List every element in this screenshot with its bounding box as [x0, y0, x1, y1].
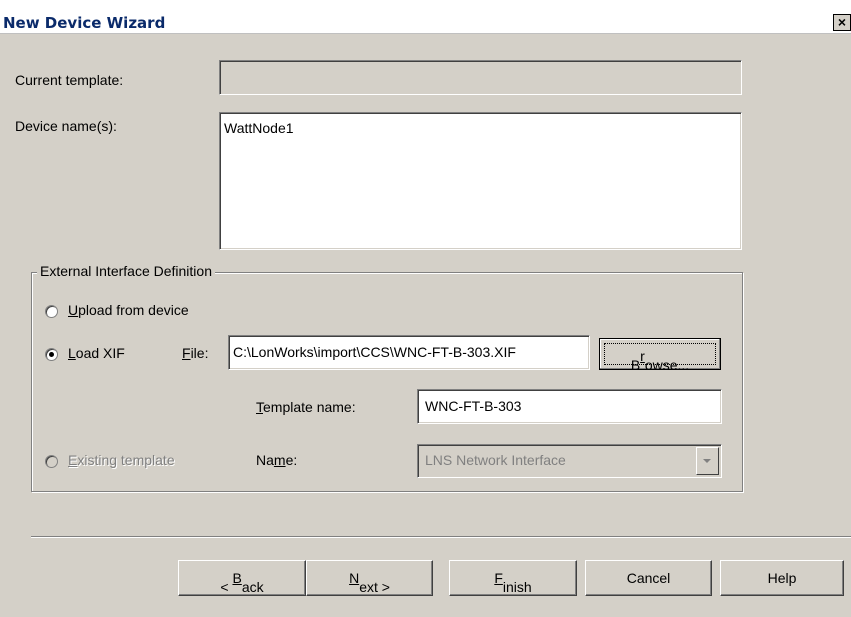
cancel-button[interactable]: Cancel — [585, 560, 712, 596]
group-title: External Interface Definition — [37, 263, 215, 279]
load-xif-radio[interactable] — [45, 348, 58, 361]
current-template-field — [219, 60, 742, 95]
existing-template-radio[interactable] — [45, 455, 58, 468]
template-name-value: WNC-FT-B-303 — [425, 398, 522, 414]
button-separator — [31, 536, 851, 538]
device-names-label: Device name(s): — [15, 118, 117, 134]
current-template-label: Current template: — [15, 72, 124, 88]
close-icon: × — [837, 14, 847, 30]
file-label: File: — [182, 345, 209, 361]
template-name-label: Template name: — [256, 399, 356, 415]
next-button[interactable]: Next > — [306, 560, 433, 596]
file-path-input[interactable]: C:\LonWorks\import\CCS\WNC-FT-B-303.XIF — [228, 335, 590, 370]
help-button[interactable]: Help — [720, 560, 844, 596]
browse-button[interactable]: Browse... — [599, 338, 721, 373]
name-dropdown[interactable]: LNS Network Interface — [417, 444, 722, 478]
device-names-value: WattNode1 — [224, 120, 294, 136]
name-dropdown-value: LNS Network Interface — [425, 452, 566, 468]
new-device-wizard-window: New Device Wizard × Current template: De… — [0, 0, 851, 617]
chevron-down-icon — [703, 459, 711, 463]
name-label: Name: — [256, 452, 298, 468]
device-names-textarea[interactable]: WattNode1 — [219, 112, 742, 250]
upload-from-device-label[interactable]: Upload from device — [68, 302, 189, 318]
back-button[interactable]: < Back — [178, 560, 306, 596]
existing-template-label[interactable]: Existing template — [68, 452, 175, 468]
title-bar: New Device Wizard × — [0, 0, 851, 34]
upload-from-device-radio[interactable] — [45, 305, 58, 318]
template-name-input[interactable]: WNC-FT-B-303 — [417, 389, 722, 424]
dropdown-button[interactable] — [696, 447, 719, 475]
window-title: New Device Wizard — [3, 14, 166, 32]
radio-selected-dot — [49, 352, 54, 357]
load-xif-label[interactable]: Load XIF — [68, 345, 125, 361]
finish-button[interactable]: Finish — [449, 560, 577, 596]
file-path-value: C:\LonWorks\import\CCS\WNC-FT-B-303.XIF — [233, 344, 516, 360]
close-button[interactable]: × — [833, 14, 851, 31]
